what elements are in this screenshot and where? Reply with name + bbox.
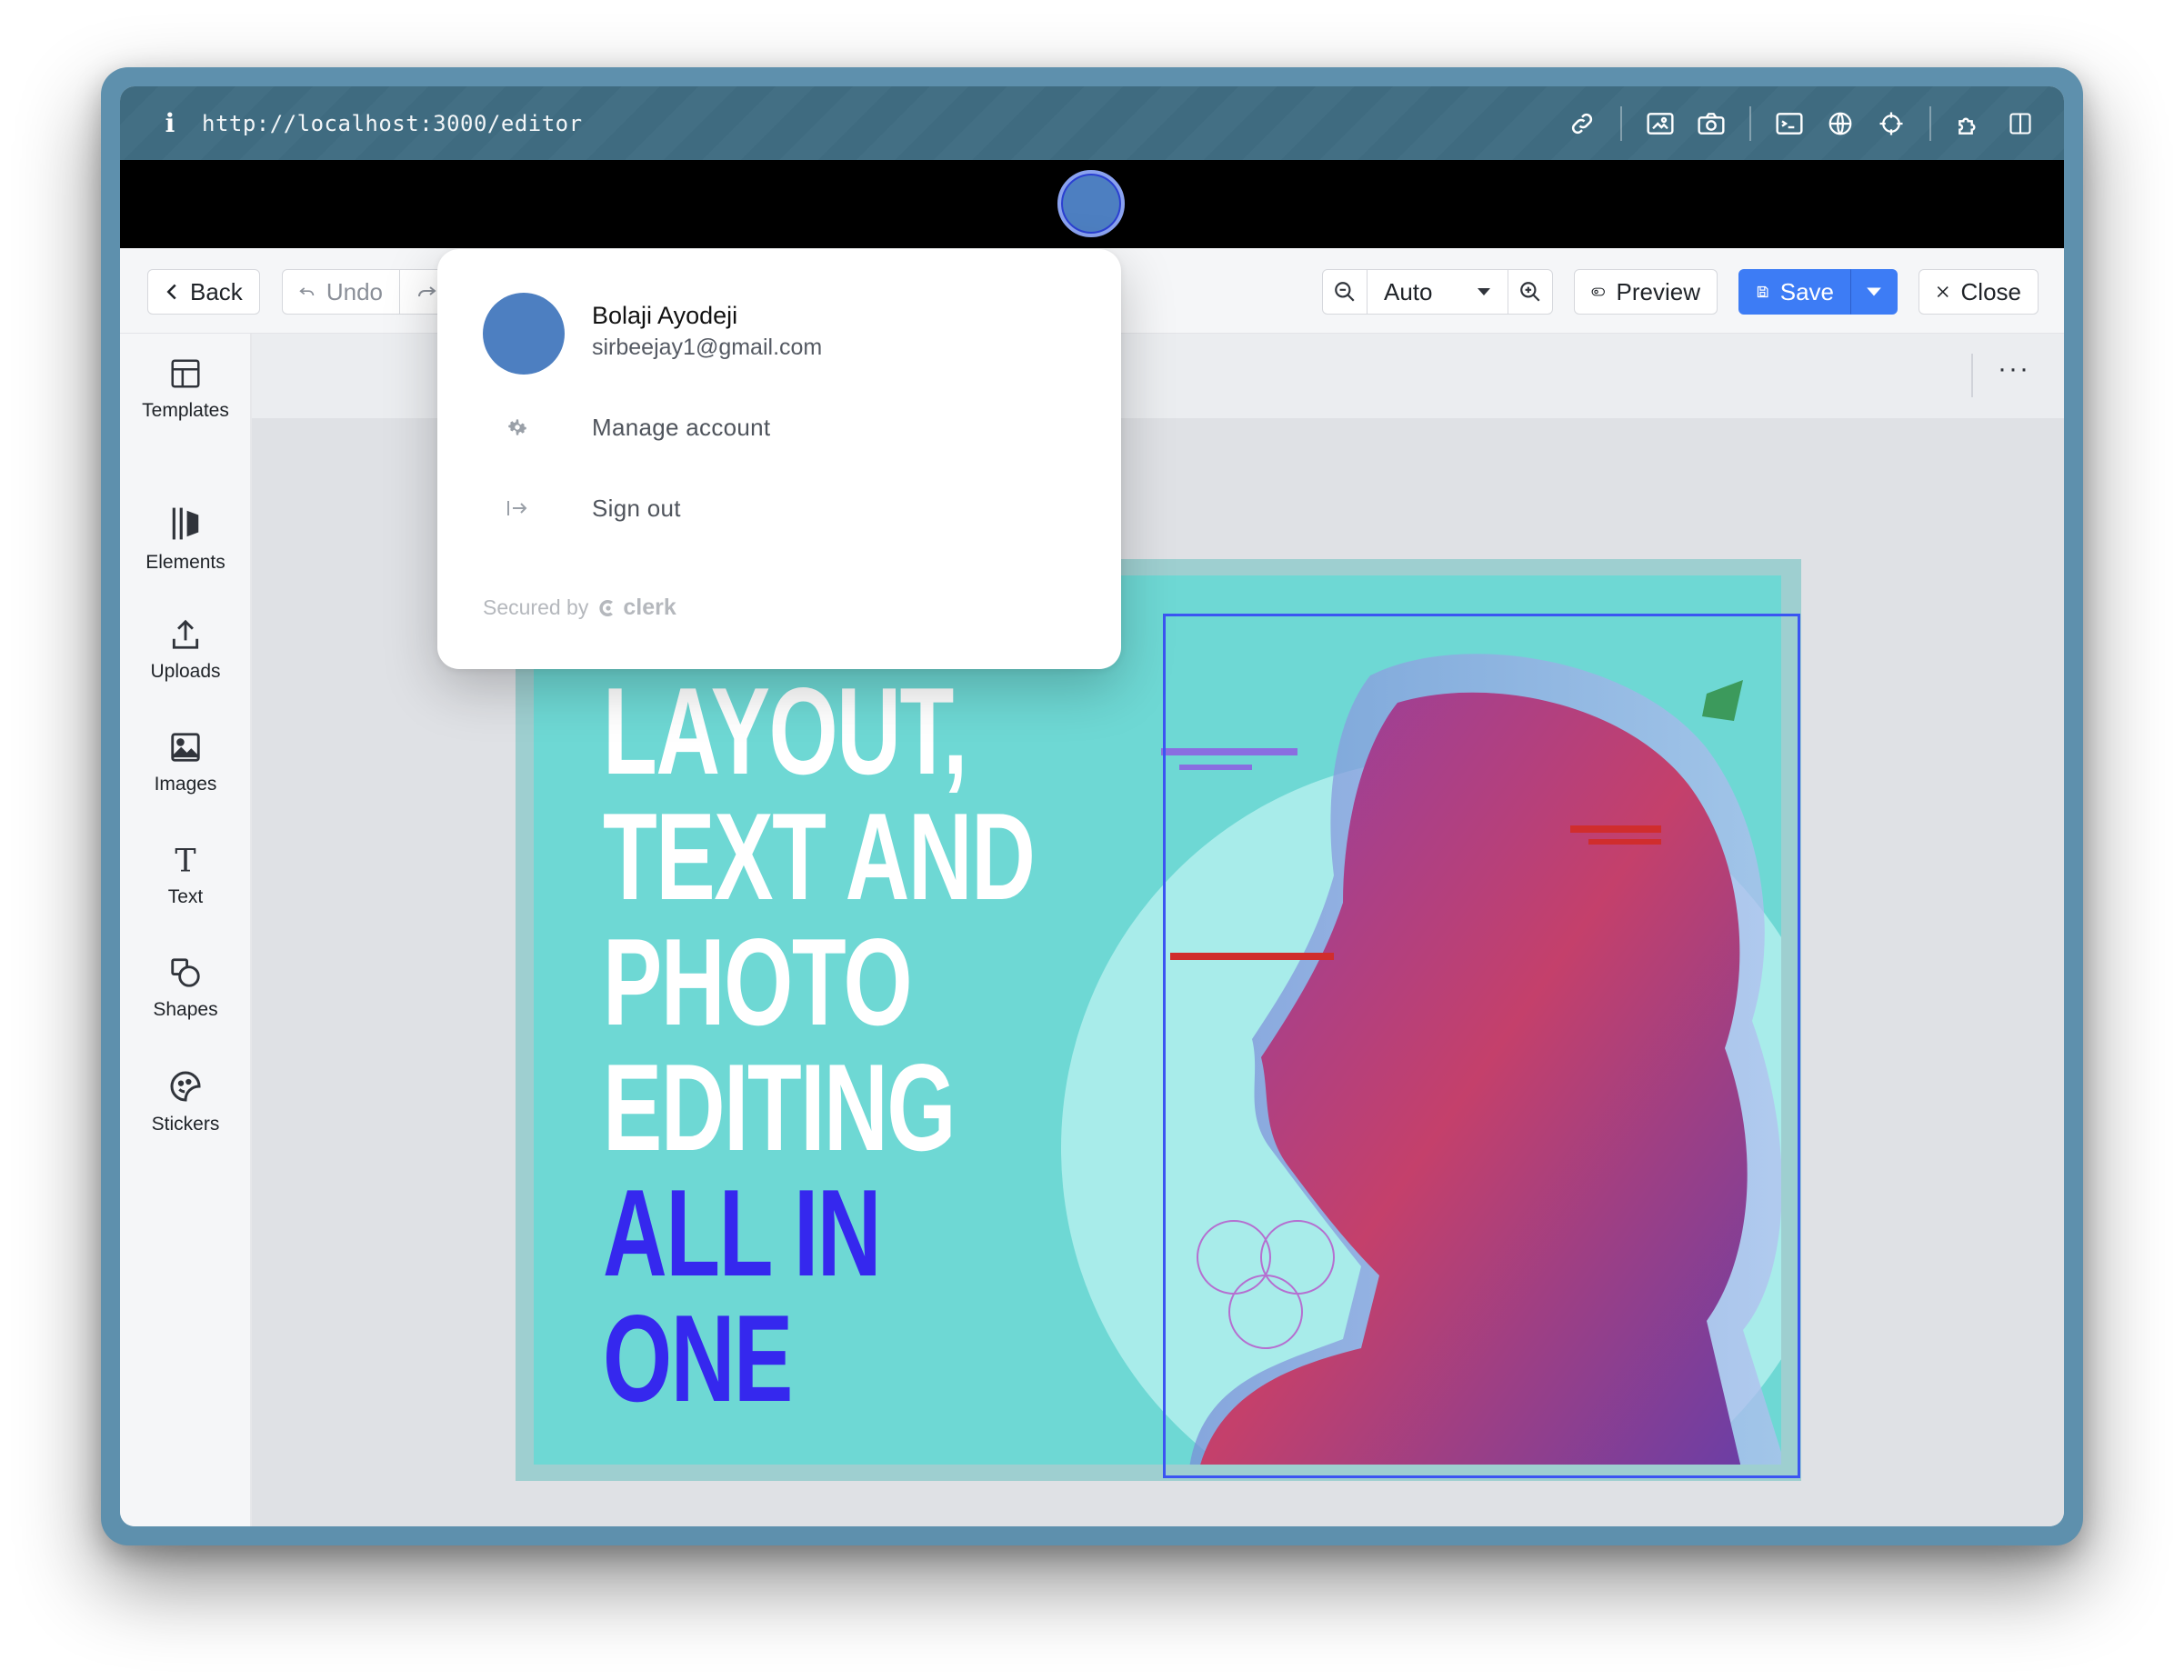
camera-icon[interactable]	[1686, 98, 1737, 149]
toolbar-divider	[1620, 105, 1622, 141]
user-avatar-button[interactable]	[1057, 170, 1125, 237]
gear-icon	[508, 419, 526, 435]
toolbar-divider	[1929, 105, 1931, 141]
headline-line-accent: ONE	[603, 1289, 793, 1427]
browser-tools	[1557, 86, 2046, 160]
svg-text:T: T	[175, 844, 195, 877]
clerk-logo-icon	[599, 599, 614, 616]
zoom-value: Auto	[1384, 277, 1433, 305]
sidebar-item-label: Images	[154, 774, 217, 795]
templates-icon	[171, 359, 200, 388]
back-button[interactable]: Back	[147, 269, 260, 315]
caret-down-icon	[1478, 288, 1490, 295]
more-options-button[interactable]: ···	[1998, 354, 2030, 385]
sidebar-item-label: Stickers	[151, 1114, 220, 1135]
undo-label: Undo	[326, 277, 383, 305]
sidebar-item-text[interactable]: T Text	[120, 843, 251, 908]
crosshair-icon[interactable]	[1866, 98, 1917, 149]
secured-by-footer: Secured by clerk	[483, 595, 676, 621]
zoom-out-button[interactable]	[1323, 270, 1367, 314]
extension-icon[interactable]	[1944, 98, 1995, 149]
sidebar-item-label: Uploads	[150, 661, 221, 682]
sidebar-item-uploads[interactable]: Uploads	[120, 617, 251, 683]
save-icon	[1757, 285, 1768, 298]
headline-line: LAYOUT,	[603, 662, 967, 800]
sidebar-item-label: Text	[167, 886, 204, 907]
sidebar-toggle-icon[interactable]	[1995, 98, 2046, 149]
sidebar-item-elements[interactable]: Elements	[120, 505, 251, 574]
close-icon	[1937, 286, 1949, 297]
elements-icon	[172, 507, 199, 540]
headline-line-accent: ALL IN	[603, 1164, 882, 1302]
sidebar-item-label: Shapes	[153, 999, 218, 1020]
link-icon[interactable]	[1557, 98, 1608, 149]
caret-down-icon	[1867, 287, 1881, 296]
undo-button[interactable]: Undo	[282, 269, 400, 315]
screenshot-icon[interactable]	[1635, 98, 1686, 149]
globe-icon[interactable]	[1815, 98, 1866, 149]
text-icon: T	[175, 844, 195, 877]
upload-icon	[172, 619, 199, 649]
zoom-control: Auto	[1322, 269, 1553, 315]
zoom-out-icon	[1335, 282, 1355, 302]
sidebar-item-templates[interactable]: Templates	[120, 356, 251, 422]
clerk-brand-label: clerk	[623, 595, 676, 620]
preview-label: Preview	[1616, 277, 1700, 305]
sign-out-button[interactable]: Sign out	[437, 481, 1121, 535]
toolbar-divider	[1749, 105, 1751, 141]
zoom-select[interactable]: Auto	[1367, 270, 1508, 314]
url-text[interactable]: http://localhost:3000/editor	[202, 111, 583, 136]
user-email: sirbeejay1@gmail.com	[592, 335, 823, 360]
headline-line: TEXT AND	[603, 787, 1036, 925]
undo-icon	[299, 287, 315, 296]
shapes-icon	[171, 958, 200, 987]
save-button[interactable]: Save	[1738, 269, 1851, 315]
image-icon	[171, 733, 200, 762]
headline-line: PHOTO	[603, 913, 913, 1051]
user-name: Bolaji Ayodeji	[592, 302, 738, 329]
zoom-in-button[interactable]	[1508, 270, 1552, 314]
zoom-in-icon	[1520, 282, 1540, 302]
eye-icon	[1591, 287, 1605, 296]
headline-text[interactable]: LAYOUT, TEXT AND PHOTO EDITING ALL IN ON…	[603, 662, 1036, 1427]
sidebar-item-label: Templates	[142, 400, 229, 421]
back-label: Back	[190, 277, 243, 305]
save-label: Save	[1779, 277, 1834, 305]
manage-account-label: Manage account	[592, 413, 771, 441]
account-popup: Bolaji Ayodeji sirbeejay1@gmail.com Mana…	[437, 249, 1121, 669]
terminal-icon[interactable]	[1764, 98, 1815, 149]
chevron-left-icon	[166, 284, 176, 300]
tool-sidebar: Templates Elements Uploads Images T Text…	[120, 334, 251, 1526]
sidebar-item-label: Elements	[145, 552, 225, 573]
sidebar-item-shapes[interactable]: Shapes	[120, 955, 251, 1021]
avatar	[483, 293, 565, 375]
info-icon[interactable]: i	[147, 108, 193, 138]
sidebar-item-images[interactable]: Images	[120, 730, 251, 795]
secured-by-label: Secured by	[483, 595, 589, 619]
headline-line: EDITING	[603, 1038, 956, 1176]
sign-out-label: Sign out	[592, 494, 681, 522]
redo-icon	[418, 286, 436, 297]
selection-box[interactable]	[1163, 614, 1800, 1478]
save-options-button[interactable]	[1850, 269, 1898, 315]
url-bar: i http://localhost:3000/editor	[120, 86, 2064, 160]
manage-account-button[interactable]: Manage account	[437, 400, 1121, 455]
sticker-icon	[170, 1071, 201, 1102]
preview-button[interactable]: Preview	[1574, 269, 1718, 315]
close-label: Close	[1960, 277, 2021, 305]
close-button[interactable]: Close	[1919, 269, 2039, 315]
clerk-brand[interactable]: clerk	[597, 595, 676, 621]
sign-out-icon	[507, 501, 527, 515]
toolbar-divider	[1971, 354, 1973, 397]
sidebar-item-stickers[interactable]: Stickers	[120, 1068, 251, 1135]
